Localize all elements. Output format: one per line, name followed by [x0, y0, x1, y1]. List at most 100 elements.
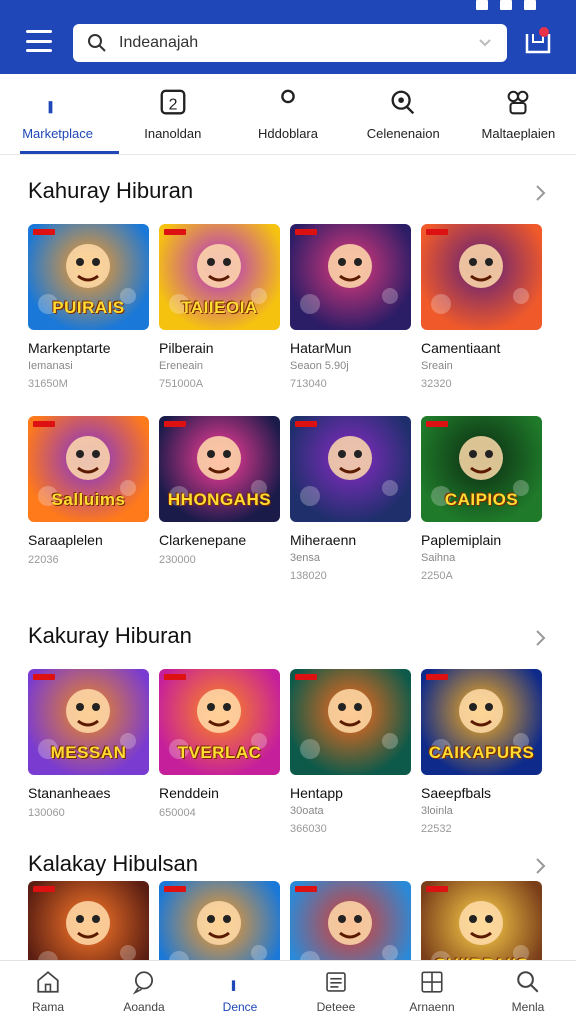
list-icon — [326, 972, 346, 992]
game-art-title: CAIKAPURS — [428, 743, 535, 762]
search-icon — [88, 34, 106, 52]
game-thumbnail — [421, 224, 542, 330]
game-name: HatarMun — [290, 340, 352, 356]
category-tabs: Marketplace 2 Inanoldan Hddoblara Celenenaio… — [0, 74, 576, 155]
game-thumbnail: TVERLAC — [159, 669, 280, 775]
nav-label: Menla — [511, 1000, 545, 1014]
game-card[interactable]: CAIPIOS Paplemiplain Saihna 2250A — [421, 416, 542, 582]
chevron-right-icon[interactable] — [534, 629, 546, 647]
game-subtitle: Sreain — [421, 360, 453, 372]
game-name: Saraaplelen — [28, 532, 103, 548]
tab-celenenaion[interactable]: Celenenaion — [346, 74, 461, 154]
game-name: Renddein — [159, 785, 219, 801]
nav-rama[interactable]: Rama — [0, 961, 96, 1025]
game-subtitle: Iemanasi — [28, 360, 73, 372]
section-title: Kakuray Hiburan — [28, 623, 192, 648]
game-thumbnail: HHONGAHS — [159, 416, 280, 522]
game-thumbnail: MESSAN — [28, 669, 149, 775]
nav-aoanda[interactable]: Aoanda — [96, 961, 192, 1025]
game-name: Pilberain — [159, 340, 214, 356]
game-price: 31650M — [28, 378, 68, 390]
people-icon — [508, 90, 529, 115]
nav-arnaenn[interactable]: Arnaenn — [384, 961, 480, 1025]
game-price: 713040 — [290, 378, 327, 390]
search-input[interactable] — [117, 33, 461, 53]
game-price: 22036 — [28, 554, 59, 566]
tab-hddoblara[interactable]: Hddoblara — [230, 74, 345, 154]
game-name: Paplemiplain — [421, 532, 502, 548]
game-name: Markenptarte — [28, 340, 111, 356]
game-card[interactable]: Hentapp 30oata 366030 — [290, 669, 411, 835]
nav-dence[interactable]: Dence — [192, 961, 288, 1025]
nav-label: Aoanda — [123, 1000, 165, 1014]
nav-deteee[interactable]: Deteee — [288, 961, 384, 1025]
game-card[interactable]: HHONGAHS Clarkenepane 230000 — [159, 416, 280, 566]
nav-menla[interactable]: Menla — [480, 961, 576, 1025]
character-illustration — [300, 436, 398, 506]
tab-marketplace[interactable]: Marketplace — [0, 74, 120, 154]
chevron-right-icon[interactable] — [534, 184, 546, 202]
game-card[interactable]: MESSAN Stananheaes 130060 — [28, 669, 149, 819]
game-thumbnail — [290, 416, 411, 522]
game-price: 22532 — [421, 823, 452, 835]
square-number-icon: 2 — [160, 89, 186, 115]
game-subtitle: Seaon 5.90j — [290, 360, 349, 372]
character-illustration — [300, 244, 398, 314]
tab-label: Marketplace — [22, 126, 93, 141]
game-price: 751000A — [159, 378, 204, 390]
game-card[interactable]: TVERLAC Renddein 650004 — [159, 669, 280, 819]
game-card[interactable]: HatarMun Seaon 5.90j 713040 — [290, 224, 411, 390]
game-name: Stananheaes — [28, 785, 111, 801]
game-price: 32320 — [421, 378, 452, 390]
game-card[interactable]: Camentiaant Sreain 32320 — [421, 224, 542, 390]
character-illustration — [300, 689, 398, 759]
status-bar — [476, 0, 536, 12]
game-thumbnail: CAIKAPURS — [421, 669, 542, 775]
game-card[interactable]: TAIIEOIA Pilberain Ereneain 751000A — [159, 224, 280, 390]
chevron-down-icon[interactable] — [477, 34, 493, 50]
nav-label: Rama — [31, 1000, 64, 1014]
game-thumbnail — [290, 224, 411, 330]
thumbs-up-icon — [48, 91, 59, 114]
game-card[interactable]: PUIRAIS Markenptarte Iemanasi 31650M — [28, 224, 149, 390]
game-card[interactable]: Miheraenn 3ensa 138020 — [290, 416, 411, 582]
top-app-bar — [0, 0, 576, 74]
nav-label: Deteee — [316, 1000, 356, 1014]
game-art-title: Salluims — [51, 490, 126, 509]
game-card[interactable]: CAIKAPURS Saeepfbals 3loinla 22532 — [421, 669, 542, 835]
tab-maltaeplaien[interactable]: Maltaeplaien — [461, 74, 576, 154]
game-subtitle: 3loinla — [421, 805, 453, 817]
section-title: Kalakay Hibulsan — [28, 851, 198, 876]
nav-label: Dence — [222, 1000, 258, 1014]
game-subtitle: Ereneain — [159, 360, 204, 372]
nav-label: Arnaenn — [409, 1000, 455, 1014]
game-price: 366030 — [290, 823, 327, 835]
tab-inanoldan[interactable]: 2 Inanoldan — [115, 74, 230, 154]
game-price: 650004 — [159, 807, 196, 819]
game-art-title: TAIIEOIA — [181, 298, 258, 317]
game-art-title: MESSAN — [50, 743, 127, 762]
cart-icon[interactable] — [524, 26, 552, 56]
svg-text:2: 2 — [168, 97, 177, 114]
game-art-title: TVERLAC — [177, 743, 262, 762]
menu-icon[interactable] — [26, 30, 52, 52]
game-price: 130060 — [28, 807, 65, 819]
game-price: 230000 — [159, 554, 196, 566]
game-thumbnail: TAIIEOIA — [159, 224, 280, 330]
grid-icon — [421, 971, 443, 993]
search-bar[interactable] — [73, 24, 507, 62]
game-subtitle: 3ensa — [290, 552, 320, 564]
character-illustration — [431, 244, 529, 314]
game-art-title: PUIRAIS — [52, 298, 125, 317]
thumbs-up-icon — [231, 972, 241, 991]
tab-label: Inanoldan — [144, 126, 202, 141]
person-icon — [281, 89, 295, 104]
home-icon — [37, 971, 59, 993]
chevron-right-icon[interactable] — [534, 857, 546, 875]
game-name: Clarkenepane — [159, 532, 247, 548]
section-title: Kahuray Hiburan — [28, 178, 194, 203]
game-card[interactable]: Salluims Saraaplelen 22036 — [28, 416, 149, 566]
game-price: 138020 — [290, 570, 327, 582]
tab-label: Maltaeplaien — [481, 126, 556, 141]
game-thumbnail: Salluims — [28, 416, 149, 522]
